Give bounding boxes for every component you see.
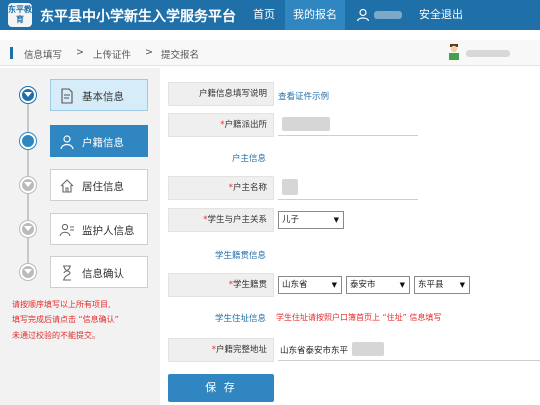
guardian-icon [59, 223, 74, 237]
breadcrumb-step-submit[interactable]: 提交报名 [161, 47, 199, 61]
chevron-down-icon [24, 269, 32, 274]
sidebar-step-household-info[interactable]: 户籍信息 [50, 125, 148, 157]
user-icon[interactable] [356, 8, 370, 22]
breadcrumb-separator: > [145, 47, 153, 58]
breadcrumb-marker [10, 47, 13, 59]
field-label-relation: *学生与户主关系 [168, 208, 274, 232]
step-node-done [20, 87, 36, 103]
sidebar-step-label: 基本信息 [82, 91, 124, 103]
nav-my-application[interactable]: 我的报名 [285, 0, 345, 30]
dropdown-arrow-icon: ▼ [459, 281, 465, 289]
breadcrumb-separator: > [76, 47, 84, 58]
sidebar-step-label: 监护人信息 [82, 225, 135, 237]
dropdown-arrow-icon: ▼ [331, 281, 337, 289]
chevron-down-icon [24, 226, 32, 231]
account-name-redacted [466, 50, 510, 57]
origin-province-select[interactable]: 山东省 ▼ [278, 276, 342, 294]
step-node-active [20, 133, 36, 149]
chevron-down-icon [24, 182, 32, 187]
view-sample-link[interactable]: 查看证件示例 [278, 90, 329, 102]
police-station-input[interactable] [282, 117, 330, 131]
nav-home[interactable]: 首页 [250, 0, 278, 30]
document-icon [61, 88, 73, 104]
origin-province-value: 山东省 [282, 280, 308, 290]
field-label-instructions: 户籍信息填写说明 [168, 82, 274, 106]
dropdown-arrow-icon: ▼ [333, 216, 339, 224]
home-icon [60, 179, 74, 193]
save-button[interactable]: 保 存 [168, 374, 274, 402]
person-icon [60, 135, 74, 150]
field-label-text: 户籍信息填写说明 [198, 89, 267, 99]
input-underline [278, 360, 540, 361]
relation-select[interactable]: 儿子 ▼ [278, 211, 344, 229]
sidebar-step-guardian-info[interactable]: 监护人信息 [50, 213, 148, 245]
field-label-text: 学生与户主关系 [207, 215, 267, 225]
hourglass-icon [63, 265, 71, 281]
app-title: 东平县中小学新生入学服务平台 [40, 9, 236, 25]
input-underline [278, 199, 418, 200]
origin-city-select[interactable]: 泰安市 ▼ [346, 276, 410, 294]
nav-logout[interactable]: 安全退出 [418, 0, 464, 30]
section-title-origin: 学生籍贯信息 [215, 251, 267, 261]
householder-name-input[interactable] [282, 179, 298, 195]
sidebar-step-label: 居住信息 [82, 181, 124, 193]
origin-county-value: 东平县 [418, 280, 444, 290]
dropdown-arrow-icon: ▼ [399, 281, 405, 289]
sidebar-note: 填写完成后请点击 “信息确认” [12, 315, 119, 324]
username-redacted [374, 11, 402, 19]
app-logo: 东平教育 [8, 3, 32, 27]
origin-county-select[interactable]: 东平县 ▼ [414, 276, 470, 294]
chevron-down-icon [24, 92, 32, 97]
field-label-text: 学生籍贯 [232, 280, 267, 290]
sidebar-step-basic-info[interactable]: 基本信息 [50, 79, 148, 111]
field-label-police-station: *户籍派出所 [168, 113, 274, 137]
breadcrumb-step-fill[interactable]: 信息填写 [24, 47, 62, 61]
step-node-pending [20, 177, 36, 193]
section-title-household: 户主信息 [232, 154, 267, 164]
sidebar-step-label: 户籍信息 [82, 137, 124, 149]
field-label-text: 户籍完整地址 [215, 345, 267, 355]
avatar-icon [449, 44, 459, 60]
sidebar-note: 请按顺序填写以上所有项目, [12, 300, 111, 309]
field-label-text: 户主名称 [232, 183, 267, 193]
input-underline [278, 135, 418, 136]
sidebar-step-confirm[interactable]: 信息确认 [50, 256, 148, 288]
step-node-pending [20, 221, 36, 237]
sidebar-step-residence-info[interactable]: 居住信息 [50, 169, 148, 201]
field-label-householder: *户主名称 [168, 176, 274, 200]
field-label-full-address: *户籍完整地址 [168, 338, 274, 362]
section-title-address: 学生住址信息 [215, 314, 267, 324]
sidebar-note: 未通过校验的不能提交。 [12, 331, 100, 340]
top-header: 东平教育 东平县中小学新生入学服务平台 首页 我的报名 安全退出 [0, 0, 540, 30]
full-address-input[interactable]: 山东省泰安市东平 [280, 344, 348, 356]
field-label-text: 户籍派出所 [224, 120, 267, 130]
step-node-pending [20, 264, 36, 280]
origin-city-value: 泰安市 [350, 280, 376, 290]
field-label-origin: *学生籍贯 [168, 273, 274, 297]
address-redacted [352, 342, 384, 356]
relation-select-value: 儿子 [282, 215, 300, 225]
sidebar-step-label: 信息确认 [82, 268, 124, 280]
breadcrumb-step-upload[interactable]: 上传证件 [93, 47, 131, 61]
address-hint: 学生住址请按照户口簿首页上 “住址” 信息填写 [276, 313, 442, 322]
